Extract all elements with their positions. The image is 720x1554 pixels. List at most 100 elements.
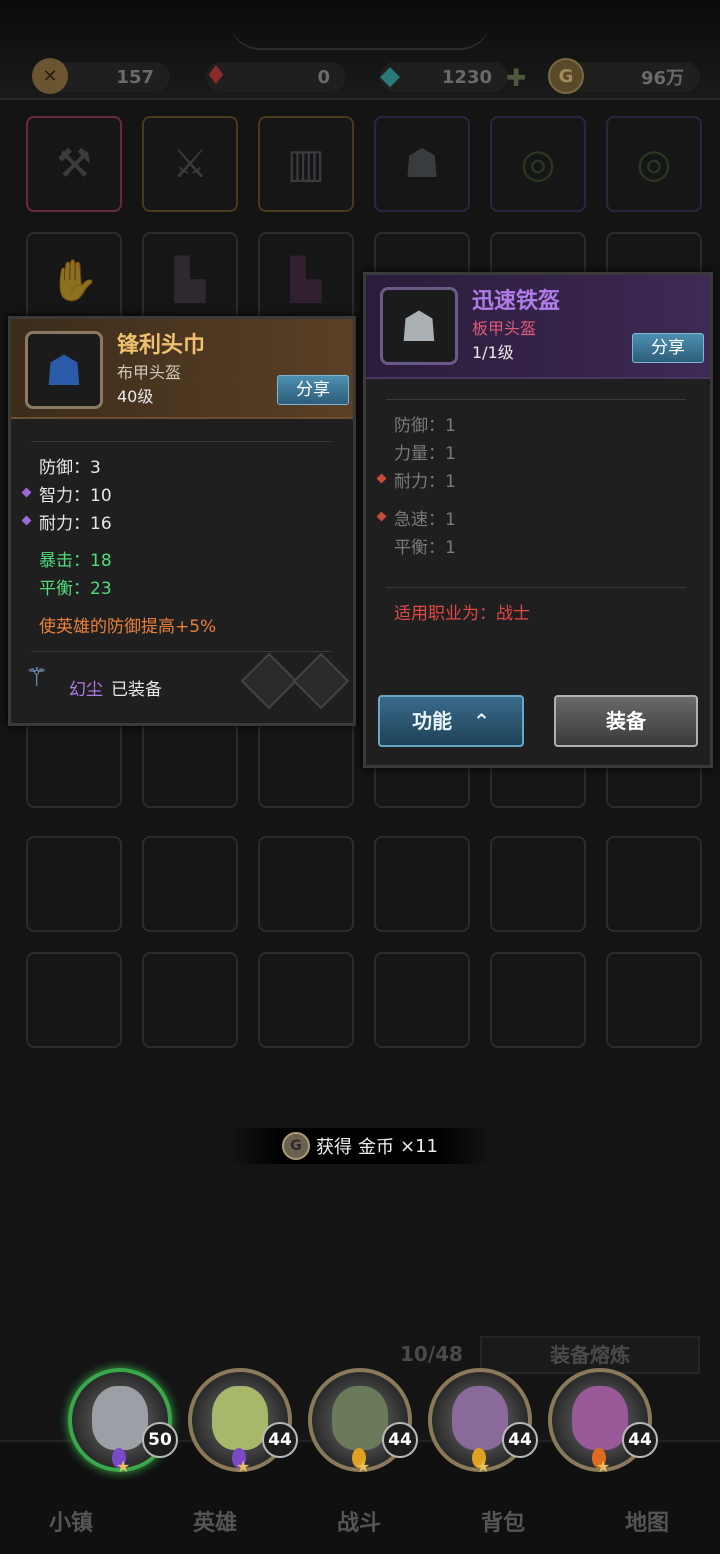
inventory-slot[interactable] [490,836,586,932]
inventory-slot[interactable] [258,952,354,1048]
equipped-label: 已装备 [111,680,162,700]
purple-bullet-icon [21,515,32,526]
hero-level: 44 [382,1422,418,1458]
inventory-slot[interactable] [490,952,586,1048]
inventory-slot[interactable] [26,952,122,1048]
star-icon: ★ [356,1457,371,1476]
hero-face [572,1386,628,1450]
nav-map[interactable]: 地图 [592,1505,702,1537]
class-requirement: 适用职业为：战士 [394,604,530,624]
inventory-slot[interactable] [142,952,238,1048]
gauntlet-icon: ✋ [49,257,99,304]
equip-button[interactable]: 装备 [554,695,698,747]
inventory-slot[interactable] [258,836,354,932]
hero-portrait[interactable]: 44 ★ [188,1368,298,1476]
inventory-slot[interactable] [142,712,238,808]
hero-portrait[interactable]: 44 ★ [548,1368,658,1476]
headband-icon: ☗ [25,331,103,409]
resource-value: 0 [317,66,330,88]
inventory-slot[interactable] [374,952,470,1048]
hero-face [332,1386,388,1450]
inventory-slot[interactable] [26,712,122,808]
gold-coin-icon: G [548,58,584,94]
iron-helmet-icon: ☗ [380,287,458,365]
hero-portrait[interactable]: 44 ★ [308,1368,418,1476]
boots-icon: ▙ [290,257,322,303]
divider [31,441,331,442]
inventory-slot[interactable]: ▙ [142,232,238,328]
armor-downgrade-icon [292,652,350,710]
red-bullet-icon [376,511,387,522]
chevron-up-icon: ⌃ [473,709,490,733]
gold-coin-icon: G [282,1132,310,1160]
stat-defense: 防御：3 [39,458,101,478]
hero-level: 44 [622,1422,658,1458]
boots-icon: ▙ [174,257,206,303]
hero-face [92,1386,148,1450]
nav-bag[interactable]: 背包 [448,1505,558,1537]
function-button[interactable]: 功能 ⌃ [378,695,524,747]
resource-value: 1230 [441,66,492,88]
inventory-slot[interactable]: ☗ [374,116,470,212]
star-icon: ★ [236,1457,251,1476]
star-icon: ★ [476,1457,491,1476]
hero-portrait[interactable]: 50 ★ [68,1368,178,1476]
inventory-slot[interactable]: ◎ [606,116,702,212]
inventory-count: 10/48 [400,1342,463,1366]
inventory-slot[interactable]: ▥ [258,116,354,212]
function-label: 功能 [412,709,453,733]
reward-toast: G 获得 金币 ×11 [230,1128,490,1164]
hero-level: 44 [502,1422,538,1458]
inventory-slot[interactable]: ◎ [490,116,586,212]
stat-stamina: 耐力：1 [394,472,456,492]
inventory-slot[interactable] [606,952,702,1048]
item-type: 板甲头盔 [472,319,537,338]
inventory-slot[interactable] [142,836,238,932]
divider [31,651,331,652]
inventory-slot[interactable]: ⚔ [142,116,238,212]
inventory-slot[interactable] [26,836,122,932]
inventory-slot[interactable] [606,836,702,932]
stat-haste: 急速：1 [394,510,456,530]
resource-pill-ruby: ♦ 0 [204,61,346,92]
item-level: 40级 [117,387,154,406]
item-level: 1/1级 [472,343,514,362]
share-button[interactable]: 分享 [277,375,349,405]
hammer-icon: ⚒ [56,141,92,187]
hero-face [212,1386,268,1450]
hero-face [452,1386,508,1450]
nav-town[interactable]: 小镇 [16,1505,126,1537]
sword-icon: ⚔ [172,141,208,187]
nav-battle[interactable]: 战斗 [304,1505,414,1537]
red-bullet-icon [376,473,387,484]
crossed-swords-icon: ✕ [32,58,68,94]
hero-portrait[interactable]: 44 ★ [428,1368,538,1476]
share-button[interactable]: 分享 [632,333,704,363]
ring-icon: ◎ [520,141,556,187]
nav-heroes[interactable]: 英雄 [160,1505,270,1537]
diamond-icon: ◆ [380,61,400,91]
equipped-hero-name: 幻尘 [69,680,103,700]
stat-crit: 暴击：18 [39,551,112,571]
equipped-item-panel: ☗ 锋利头巾 布甲头盔 40级 分享 防御：3 智力：10 耐力：16 暴击：1… [8,316,356,726]
inventory-slot[interactable] [258,712,354,808]
hero-level: 50 [142,1422,178,1458]
inventory-slot[interactable]: ✋ [26,232,122,328]
ruby-icon: ♦ [204,61,228,91]
hero-staff-icon: ⚚ [25,663,49,693]
pants-icon: ▥ [287,141,325,187]
toast-prefix: 获得 [316,1137,352,1158]
stat-intellect: 智力：10 [39,486,112,506]
resource-value: 96万 [640,68,684,89]
equipped-item-header: ☗ 锋利头巾 布甲头盔 40级 分享 [11,319,353,419]
star-icon: ★ [116,1457,131,1476]
add-diamond-icon[interactable]: ✚ [506,64,526,92]
inventory-slot[interactable]: ⚒ [26,116,122,212]
selected-item-panel: ☗ 迅速铁盔 板甲头盔 1/1级 分享 防御：1 力量：1 耐力：1 急速：1 … [363,272,713,768]
inventory-slot[interactable] [374,836,470,932]
item-type: 布甲头盔 [117,363,182,382]
inventory-slot[interactable]: ▙ [258,232,354,328]
divider [386,587,686,588]
purple-bullet-icon [21,487,32,498]
resource-value: 157 [116,66,154,88]
